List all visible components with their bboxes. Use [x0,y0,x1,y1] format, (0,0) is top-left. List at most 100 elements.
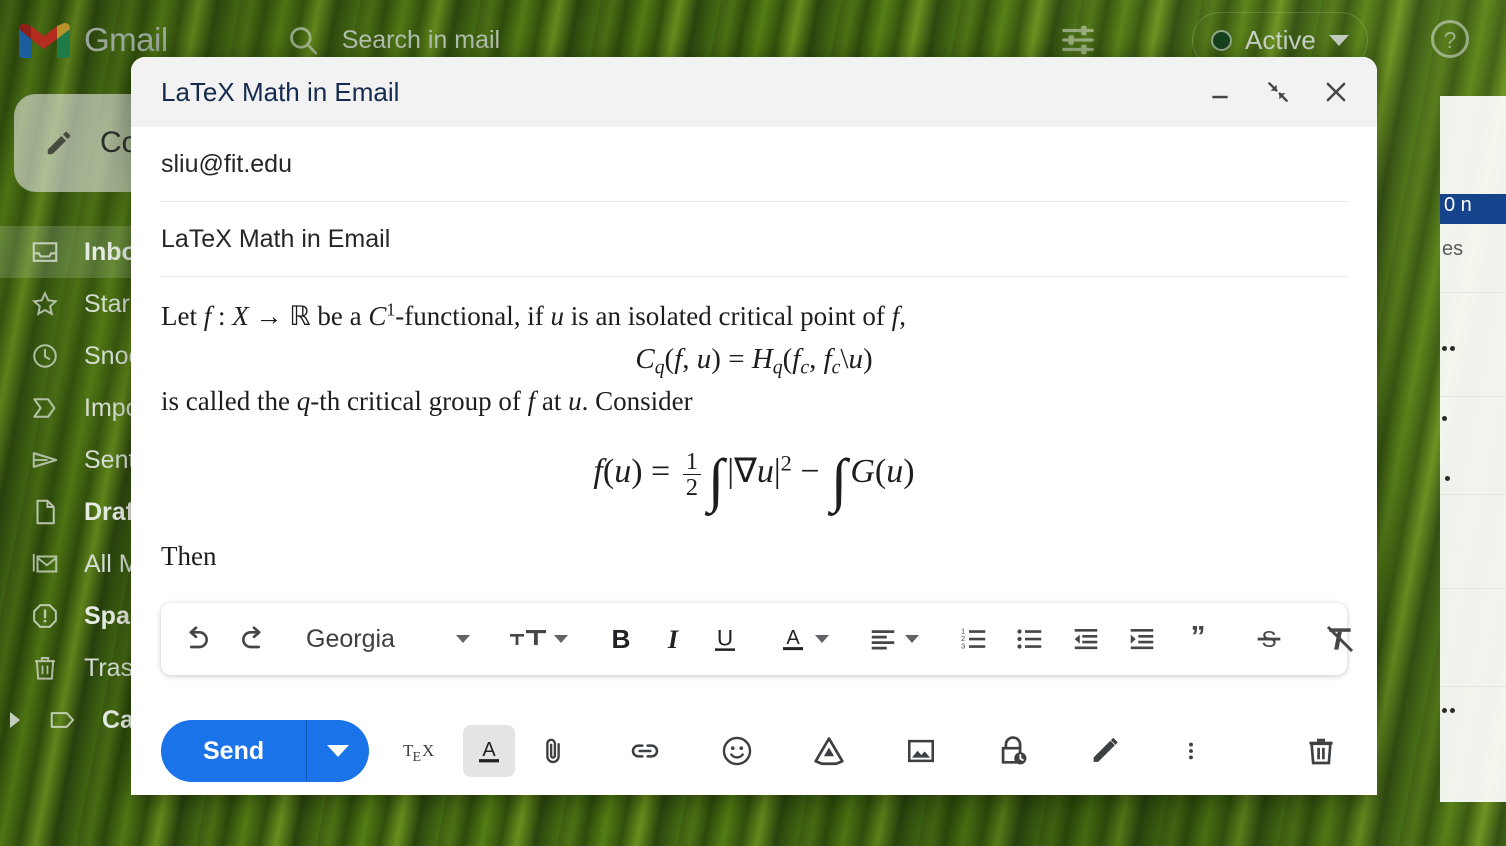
chevron-down-icon [554,635,568,643]
compose-dialog-title: LaTeX Math in Email [161,76,400,107]
body-text: is called the [161,385,297,416]
mail-list-panel[interactable]: 0 n es [1440,96,1506,802]
compose-dialog-header[interactable]: LaTeX Math in Email [131,57,1377,127]
recipient-field[interactable]: sliu@fit.edu [161,127,1347,202]
svg-text:I: I [667,625,679,654]
mail-row-divider [1440,494,1506,495]
math-equals: = [642,453,679,491]
italic-button[interactable]: I [647,614,699,664]
body-line-1: Let f : X → ℝ be a C1-functional, if u i… [161,297,1347,335]
insert-emoji-button[interactable] [711,725,763,777]
svg-text:U: U [717,625,733,650]
exit-fullscreen-icon [1268,82,1288,102]
exit-fullscreen-button[interactable] [1261,75,1295,109]
gmail-logo-icon [18,22,70,58]
strikethrough-icon: S [1257,626,1281,652]
undo-button[interactable] [171,614,225,664]
chevron-down-icon [327,745,350,757]
math-var-C: C [368,301,387,331]
mail-row-dot [1442,416,1447,421]
status-dot-icon [1211,29,1232,51]
email-body-editor[interactable]: Let f : X → ℝ be a C1-functional, if u i… [161,277,1347,625]
math-paren: ( [664,343,675,376]
numbered-list-icon: 123 [961,627,986,651]
confidential-mode-button[interactable] [987,725,1039,777]
svg-text:?: ? [1444,27,1457,53]
svg-text:3: 3 [961,642,965,651]
align-button[interactable] [856,614,930,664]
quote-button[interactable]: ” [1170,614,1226,664]
mail-row-dot [1450,708,1455,713]
bold-icon: B [612,624,631,654]
star-icon [31,291,59,316]
draft-icon [36,499,55,525]
insert-link-button[interactable] [619,725,671,777]
math-abs-bar: | [773,453,781,491]
underline-button[interactable]: U [699,614,751,664]
gmail-app-window: Gmail Search in mail Active ? Inbox Star… [0,0,1506,846]
gmail-brand[interactable]: Gmail [18,20,168,60]
formatting-options-button[interactable]: A [463,725,516,777]
bold-button[interactable]: B [595,614,647,664]
math-paren: ) [711,343,721,376]
body-text: at [535,385,569,416]
remove-formatting-button[interactable] [1312,614,1368,664]
body-line-3: Then [161,541,217,572]
search-bar[interactable]: Search in mail [286,23,500,57]
math-arrow: → [248,301,290,331]
insert-photo-button[interactable] [895,725,947,777]
mail-row-dot [1450,346,1455,351]
undo-icon [189,626,208,649]
redo-button[interactable] [225,614,279,664]
display-equation-2: f(u) = 1 2 ∫|∇u|2 − ∫G(u) [161,446,1347,515]
tune-filter-icon[interactable] [1058,21,1098,59]
minimize-window-button[interactable] [1203,75,1237,109]
math-var-G: G [850,453,875,491]
unread-badge: 0 n [1440,194,1506,224]
tex-button[interactable]: T E X [397,725,449,777]
help-circle-icon[interactable]: ? [1429,18,1471,60]
compose-dialog: LaTeX Math in Email sliu@fit.edu LaTeX M… [131,57,1377,795]
chevron-down-icon [456,635,470,643]
strikethrough-button[interactable]: S [1242,614,1296,664]
math-subscript-q: q [772,356,783,379]
underline-icon: U [715,625,735,651]
send-options-button[interactable] [307,745,369,757]
font-size-button[interactable] [497,614,579,664]
more-options-button[interactable] [1165,725,1217,777]
font-family-select[interactable]: Georgia [295,614,481,664]
insert-drive-button[interactable] [803,725,855,777]
subject-value: LaTeX Math in Email [161,224,391,253]
math-var-u: u [756,453,774,491]
insert-signature-button[interactable] [1079,725,1131,777]
send-button-label: Send [203,736,265,765]
numbered-list-button[interactable]: 123 [946,614,1002,664]
display-equation-1: Cq(f, u) = Hq(fc, fc\u) [161,343,1347,380]
attach-file-button[interactable] [527,725,579,777]
chevron-right-icon [10,712,20,728]
body-text: , [899,301,906,331]
math-var-u: u [848,343,863,376]
math-integral: ∫ [831,447,848,514]
math-paren: ) [631,453,643,491]
search-input[interactable]: Search in mail [342,26,500,55]
math-fraction-one-half: 12 [682,448,701,500]
close-window-button[interactable] [1319,75,1353,109]
mail-row-dot [1442,346,1447,351]
text-color-button[interactable]: A [767,614,840,664]
subject-field[interactable]: LaTeX Math in Email [161,202,1347,277]
discard-draft-button[interactable] [1295,725,1347,777]
decrease-indent-button[interactable] [1058,614,1114,664]
spam-icon [33,604,57,628]
math-integral: ∫ [707,447,725,514]
mail-row-dot [1442,708,1447,713]
send-button[interactable]: Send [161,720,370,782]
bulleted-list-button[interactable] [1002,614,1058,664]
increase-indent-button[interactable] [1114,614,1170,664]
body-text: is an isolated critical point of [564,301,892,331]
body-line-2: is called the q-th critical group of f a… [161,382,1347,420]
mail-row-divider [1440,292,1506,293]
pencil-icon [47,131,71,155]
body-text: -th critical group of [310,385,528,416]
mail-row-dot [1445,476,1450,481]
